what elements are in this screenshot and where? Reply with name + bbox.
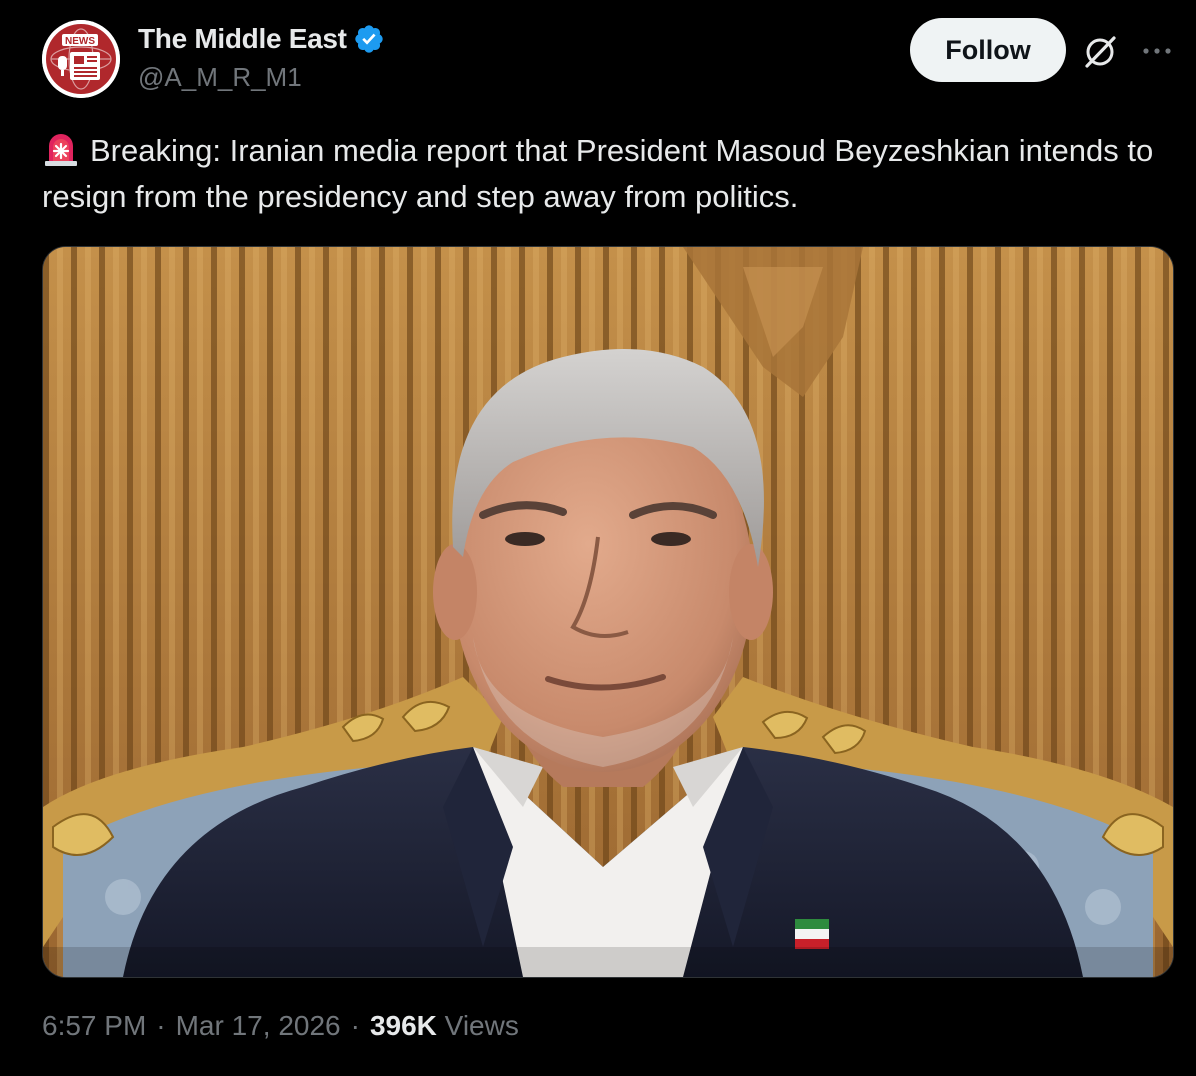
views-label: Views: [444, 1010, 519, 1041]
views-count[interactable]: 396K: [370, 1010, 437, 1041]
siren-icon: [42, 131, 80, 167]
tweet-meta: 6:57 PM · Mar 17, 2026 · 396K Views: [42, 1010, 519, 1042]
account-handle[interactable]: @A_M_R_M1: [138, 62, 302, 93]
display-name[interactable]: The Middle East: [138, 23, 347, 55]
follow-button[interactable]: Follow: [910, 18, 1066, 82]
avatar-badge-text: NEWS: [65, 36, 95, 47]
more-horizontal-icon[interactable]: [1140, 36, 1174, 66]
tweet-text: Breaking: Iranian media report that Pres…: [42, 128, 1162, 220]
tweet-body: Breaking: Iranian media report that Pres…: [42, 133, 1154, 214]
avatar[interactable]: NEWS: [42, 20, 120, 98]
display-name-row[interactable]: The Middle East: [138, 20, 385, 58]
tweet-date[interactable]: Mar 17, 2026: [176, 1010, 341, 1042]
verified-badge-icon[interactable]: [353, 23, 385, 55]
tweet-photo[interactable]: [42, 246, 1174, 978]
tweet-time[interactable]: 6:57 PM: [42, 1010, 146, 1042]
meta-separator: ·: [350, 1010, 360, 1041]
meta-separator: ·: [156, 1010, 166, 1041]
photo-image: [43, 247, 1173, 977]
news-logo-icon: NEWS: [42, 20, 120, 98]
grok-slash-icon[interactable]: [1078, 30, 1122, 74]
